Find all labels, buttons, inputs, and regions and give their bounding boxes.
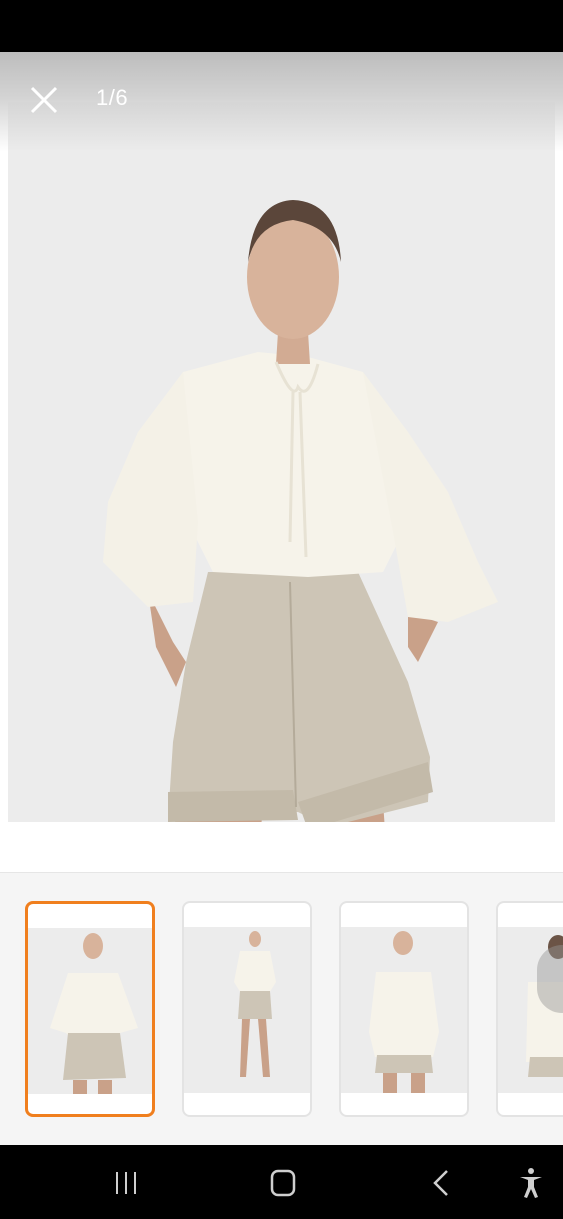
close-icon: [30, 86, 58, 114]
thumbnail-image: [28, 928, 152, 1094]
system-nav-bar: [0, 1145, 563, 1219]
viewer-header-shade: [0, 52, 563, 152]
accessibility-button[interactable]: [511, 1163, 551, 1203]
product-photo[interactable]: [8, 102, 555, 822]
scroll-handle[interactable]: [537, 945, 563, 1013]
thumbnail-item-1[interactable]: [25, 901, 155, 1117]
thumbnail-image: [341, 927, 467, 1093]
thumbnail-item-3[interactable]: [339, 901, 469, 1117]
image-counter: 1/6: [96, 85, 129, 110]
back-icon: [433, 1170, 448, 1196]
thumbnail-strip[interactable]: [0, 873, 563, 1145]
model-illustration: [8, 102, 555, 822]
recent-apps-button[interactable]: [106, 1163, 146, 1203]
back-button[interactable]: [421, 1163, 461, 1203]
status-bar: [0, 0, 563, 52]
accessibility-icon: [520, 1168, 542, 1198]
thumbnail-image: [184, 927, 310, 1093]
recent-apps-icon: [116, 1172, 136, 1194]
product-image-viewer[interactable]: 1/6: [0, 52, 563, 822]
close-button[interactable]: [24, 80, 64, 120]
thumbnail-item-2[interactable]: [182, 901, 312, 1117]
home-button[interactable]: [263, 1163, 303, 1203]
home-icon: [270, 1169, 296, 1197]
